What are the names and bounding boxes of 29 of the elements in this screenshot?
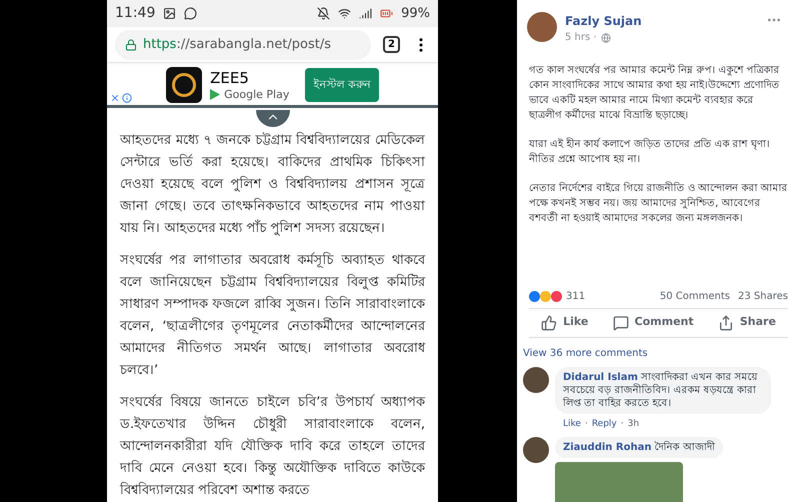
reaction-count: 311 bbox=[566, 290, 586, 304]
post-action-button[interactable]: Share bbox=[718, 314, 776, 331]
author-name[interactable]: Fazly Sujan bbox=[565, 12, 758, 30]
comment-bubble: Didarul Islam সাংবাদিকরা এখন কার সময়ে সবচেয়ে বড় রাজনীতিবিদ। এরকম ষড়যন্ত্রে কারা লিপ্ত তা বাহির করতে হবে। bbox=[555, 366, 771, 414]
battery-percent: 99% bbox=[401, 4, 430, 23]
article-paragraph: আহতদের মধ্যে ৭ জনকে চট্টগ্রাম বিশ্ববিদ্যালয়ের মেডিকেল সেন্টারে ভর্তি করা হয়েছে। বাকিদের প্রাথমিক চিকিৎসা দেওয়া হয়েছে বলে পুলিশ ও বিশ্ববিদ্যালয় প্রশাসন সূত্রে জানা গেছে। তবে তাৎক্ষনিকভাবে আহতদের নাম পাওয়া যায় নি। আহতদের মধ্যে পাঁচ পুলিশ সদস্য রয়েছেন। bbox=[120, 131, 425, 238]
app-name: ZEE5 bbox=[210, 69, 250, 88]
tab-count-button[interactable]: 2 bbox=[383, 36, 400, 54]
comment-time: 3h bbox=[628, 418, 640, 430]
comment-bubble: Ziauddin Rohan দৈনিক আজাদী bbox=[555, 437, 723, 458]
view-more-comments-link[interactable]: View 36 more comments bbox=[523, 346, 794, 360]
post-paragraph: নেতার নির্দেশের বাইরে গিয়ে রাজনীতি ও আন্দোলন করা আমার পক্ষে কখনই সম্ভব নয়। জয় আমাদের সুনিশ্চিত, আবেগের বশবর্তী না হওয়াই আমাদের সকলের জন্য মঙ্গলজনক। bbox=[529, 181, 788, 226]
shares-count[interactable]: 23 Shares bbox=[738, 289, 788, 304]
post-paragraph: যারা এই হীন কার্য কলাপে জড়িত তাদের প্রতি এক রাশ ঘৃণা। নীতির প্রশ্নে আপোষ হয় না। bbox=[529, 137, 771, 167]
install-button[interactable]: ইনস্টল করুন bbox=[305, 68, 379, 102]
comment-like-link[interactable]: Like bbox=[563, 418, 581, 431]
post-action-button[interactable]: Like bbox=[541, 314, 588, 331]
separator-dot: · bbox=[584, 418, 588, 430]
post-action-button[interactable]: Comment bbox=[612, 314, 694, 331]
url-field[interactable]: https://sarabangla.net/post/s bbox=[115, 30, 371, 60]
separator-dot: · bbox=[620, 418, 624, 430]
article-paragraph: সংঘর্ষের বিষয়ে জানতে চাইলে চবি’র উপচার্য অধ্যাপক ড.ইফতেখার উদ্দিন চৌধুরী সারাবাংলাকে বলেন, আন্দোলনকারীরা যদি যৌক্তিক দাবি করে তাহলে তাদের দাবি মেনে নেওয়া হবে। কিন্তু অযৌক্তিক দাবিতে কাউকে বিশ্ববিদ্যালয়ের পরিবেশ অশান্ত করতে bbox=[120, 392, 425, 500]
store-name: Google Play bbox=[224, 88, 290, 102]
article-paragraph: সংঘর্ষের পর লাগাতার অবরোধ কর্মসূচি অব্যাহত থাকবে বলে জানিয়েছেন চট্টগ্রাম বিশ্ববিদ্যালয়ের বিলুপ্ত কমিটির সাধারণ সম্পাদক ফজলে রাব্বি সুজন। তিনি সারাবাংলাকে বলেন, ‘ছাত্রলীগের তৃণমূলের নেতাকর্মীদের আন্দোলনের আমাদের নীতিগত সমর্থন আছে। লাগাতার অবরোধ চলবে।’ bbox=[120, 251, 425, 380]
comments-count[interactable]: 50 Comments bbox=[660, 289, 730, 304]
comment-reply-link[interactable]: Reply bbox=[592, 418, 617, 431]
clock-time: 11:49 bbox=[115, 4, 156, 24]
post-time: 5 hrs · bbox=[565, 31, 597, 45]
post-paragraph: গত কাল সংঘর্ষের পর আমার কমেন্ট নিম্ন রুপ। একুশে পত্রিকার কোন সাংবাদিকের সাথে আমার কথা হয় নাই।উদ্দেশ্যে প্রণোদিত ভাবে একটি মহল আমার নামে মিথ্যা কমেন্ট ব্যবহার করে ছাত্রলীগ কর্মীদের মাঝে বিভ্রান্তি ছড়াচ্ছে। bbox=[529, 63, 781, 123]
